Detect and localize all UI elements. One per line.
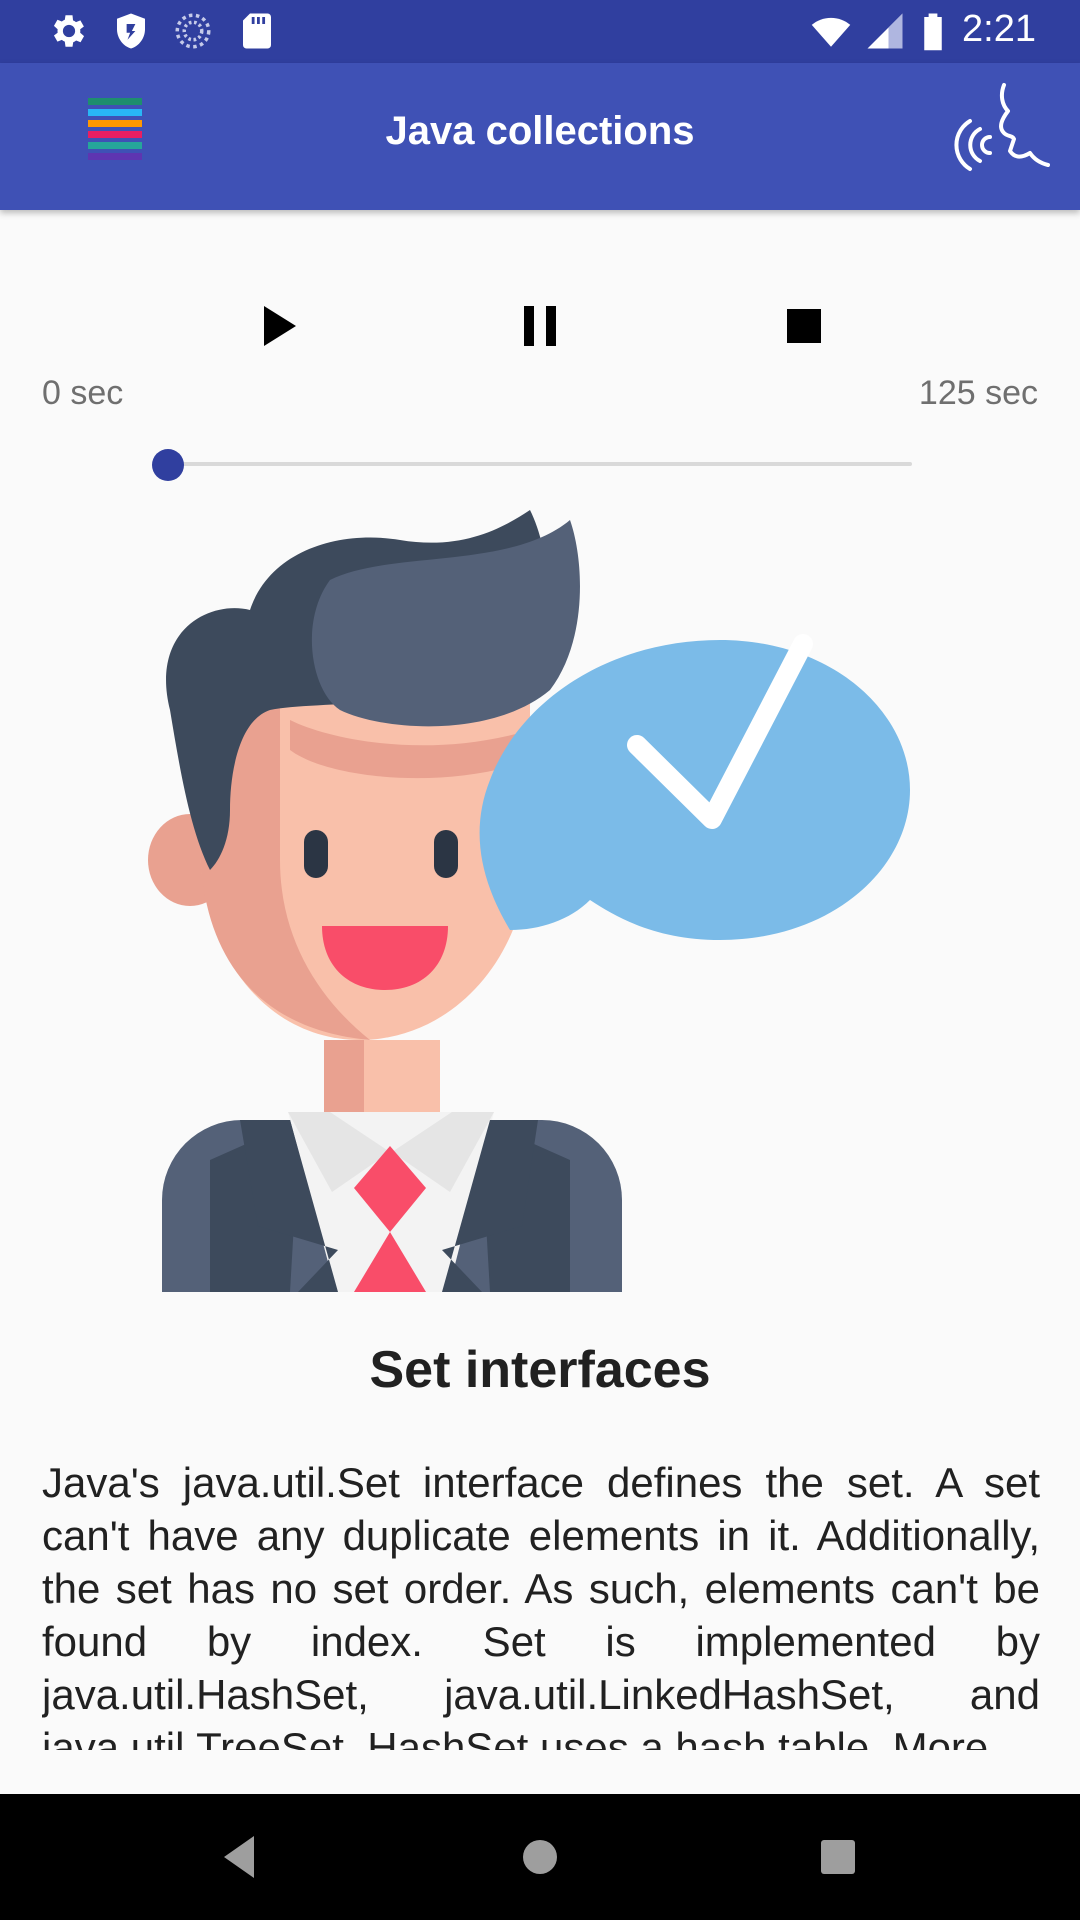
cell-signal-icon (867, 13, 903, 49)
body-text: Java's java.util.Set interface defines t… (42, 1459, 1040, 1750)
app-bar: Java collections (0, 63, 1080, 210)
seek-thumb[interactable] (152, 449, 184, 481)
settings-icon (53, 15, 85, 47)
pause-icon[interactable] (508, 294, 572, 358)
screen: 2:21 Java collections 0 sec 125 sec Set … (0, 0, 1080, 1920)
end-time-label: 125 sec (918, 374, 1038, 412)
status-bar: 2:21 (0, 0, 1080, 63)
status-time: 2:21 (962, 8, 1036, 50)
seek-bar[interactable] (168, 462, 912, 466)
section-title: Set interfaces (369, 1341, 711, 1399)
recents-icon[interactable] (803, 1822, 873, 1892)
wifi-icon (811, 17, 851, 47)
home-icon[interactable] (505, 1822, 575, 1892)
app-title: Java collections (385, 109, 695, 153)
body-text-container: Java's java.util.Set interface defines t… (42, 1456, 1040, 1750)
speak-icon[interactable] (942, 81, 1052, 191)
sync-icon (175, 13, 211, 49)
start-time-label: 0 sec (42, 374, 124, 412)
back-icon[interactable] (206, 1822, 276, 1892)
shield-icon (117, 13, 145, 49)
stop-icon[interactable] (772, 294, 836, 358)
play-icon[interactable] (246, 294, 310, 358)
navigation-bar (0, 1794, 1080, 1920)
battery-icon (924, 13, 942, 51)
sd-card-icon (243, 13, 271, 49)
person-illustration (148, 510, 910, 1292)
